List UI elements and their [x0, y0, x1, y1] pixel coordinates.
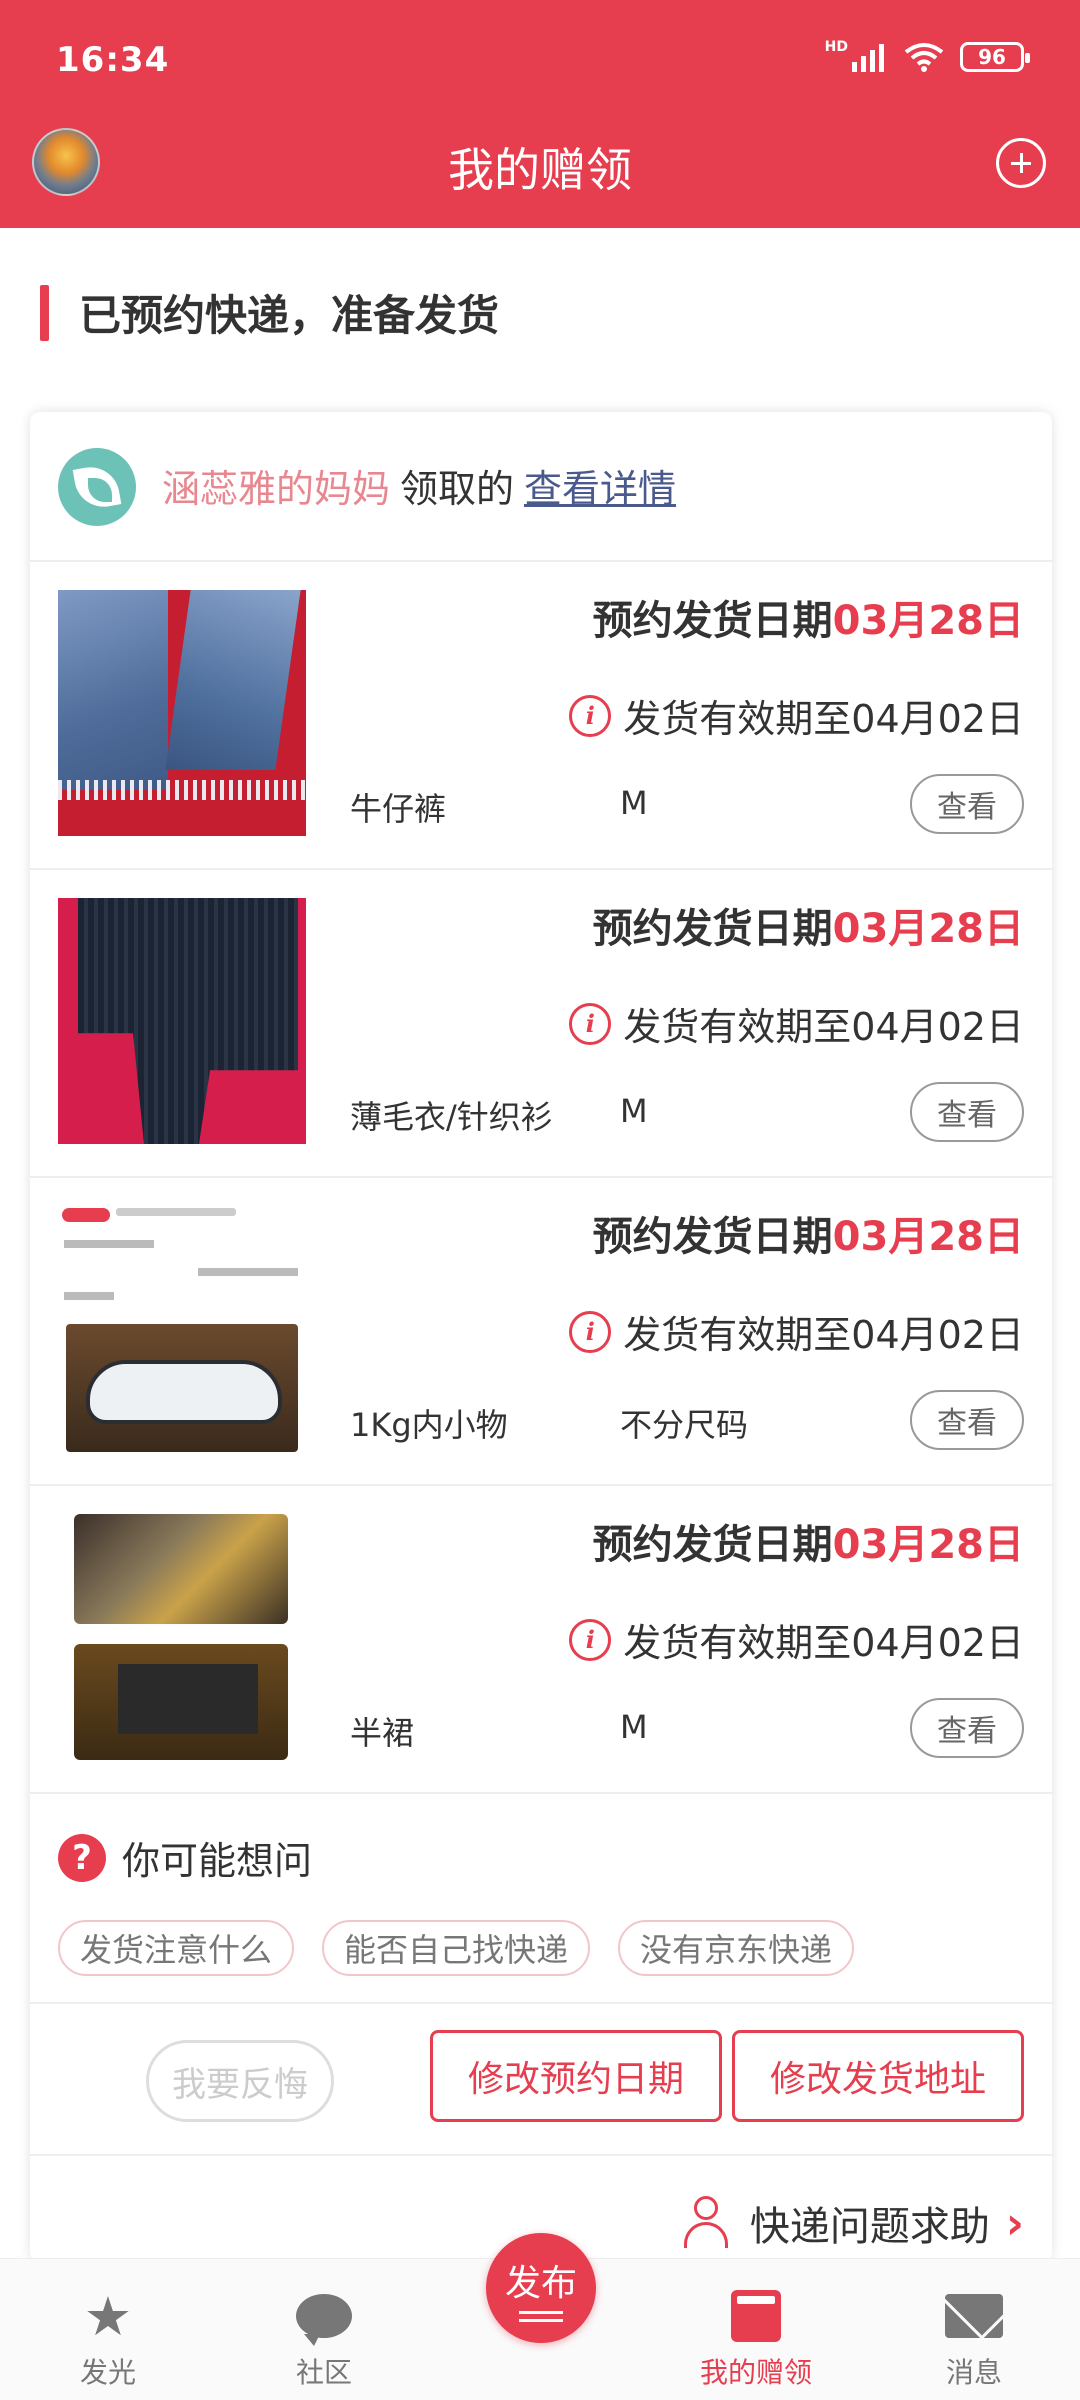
tab-home[interactable]: ★ 发光 [38, 2259, 178, 2400]
book-icon [731, 2287, 781, 2345]
expiry-text: 发货有效期至04月02日 [623, 1313, 1024, 1357]
question-icon: ? [58, 1833, 106, 1882]
expiry-text: 发货有效期至04月02日 [623, 1621, 1024, 1665]
list-item: 预约发货日期03月28日 i 发货有效期至04月02日 薄毛衣/针织衫 M 查看 [30, 870, 1052, 1178]
network-type: HD [824, 39, 848, 55]
battery-indicator: 96 [960, 42, 1030, 72]
item-thumbnail[interactable] [58, 1206, 306, 1452]
regret-button[interactable]: 我要反悔 [146, 2040, 334, 2122]
change-address-button[interactable]: 修改发货地址 [732, 2030, 1024, 2122]
receiver-action: 领取的 [400, 467, 515, 511]
schedule-date: 预约发货日期03月28日 [593, 588, 1024, 646]
receiver-name[interactable]: 涵蕊雅的妈妈 [162, 467, 390, 511]
faq-title: ? 你可能想问 [58, 1830, 312, 1885]
schedule-label: 预约发货日期 [592, 598, 833, 644]
faq-tag[interactable]: 没有京东快递 [618, 1920, 855, 1976]
person-icon [682, 2196, 730, 2250]
item-size: M [620, 1708, 648, 1746]
faq-tag[interactable]: 发货注意什么 [58, 1920, 295, 1976]
expiry-info: i 发货有效期至04月02日 [569, 996, 1024, 1051]
schedule-label: 预约发货日期 [592, 1522, 833, 1568]
list-item: 预约发货日期03月28日 i 发货有效期至04月02日 牛仔裤 M 查看 [30, 562, 1052, 870]
schedule-date: 预约发货日期03月28日 [593, 1512, 1024, 1570]
schedule-date: 预约发货日期03月28日 [593, 896, 1024, 954]
chat-bubble-icon [296, 2287, 352, 2346]
view-button[interactable]: 查看 [910, 1082, 1024, 1142]
view-button[interactable]: 查看 [910, 1390, 1024, 1450]
schedule-date-value: 03月28日 [832, 598, 1024, 644]
schedule-date-value: 03月28日 [832, 906, 1024, 952]
expiry-text: 发货有效期至04月02日 [623, 1005, 1024, 1049]
tab-community[interactable]: 社区 [254, 2259, 394, 2400]
faq-tags: 发货注意什么 能否自己找快递 没有京东快递 [58, 1920, 855, 1976]
schedule-date: 预约发货日期03月28日 [593, 1204, 1024, 1262]
faq-title-text: 你可能想问 [122, 1839, 313, 1883]
item-thumbnail[interactable] [58, 590, 306, 836]
item-thumbnail[interactable] [58, 1514, 306, 1760]
view-details-link[interactable]: 查看详情 [524, 467, 676, 511]
schedule-label: 预约发货日期 [592, 1214, 833, 1260]
status-icons: HD 96 [824, 39, 1030, 72]
top-bar: 16:34 HD 96 我的赠领 [0, 0, 1080, 228]
courier-help-label: 快递问题求助 [749, 2204, 990, 2250]
item-size: 不分尺码 [620, 1406, 749, 1444]
schedule-label: 预约发货日期 [592, 906, 833, 952]
expiry-info: i 发货有效期至04月02日 [569, 1612, 1024, 1667]
signal-icon [852, 44, 884, 72]
info-icon: i [569, 1002, 612, 1045]
tab-label: 发光 [79, 2356, 136, 2389]
item-size: M [620, 1092, 648, 1130]
item-thumbnail[interactable] [58, 898, 306, 1144]
faq-tag[interactable]: 能否自己找快递 [322, 1920, 591, 1976]
gift-card: 涵蕊雅的妈妈 领取的 查看详情 预约发货日期03月28日 i 发货有效期至04月02日… [30, 412, 1052, 2262]
view-button[interactable]: 查看 [910, 1698, 1024, 1758]
item-name: 薄毛衣/针织衫 [350, 1098, 553, 1136]
envelope-icon [945, 2287, 1003, 2345]
status-time: 16:34 [56, 40, 170, 80]
wifi-icon [904, 43, 944, 72]
change-date-button[interactable]: 修改预约日期 [430, 2030, 722, 2122]
list-item: 预约发货日期03月28日 i 发货有效期至04月02日 半裙 M 查看 [30, 1486, 1052, 1794]
receiver-line: 涵蕊雅的妈妈 领取的 查看详情 [162, 458, 676, 513]
action-bar: 我要反悔 修改预约日期 修改发货地址 [30, 2004, 1052, 2156]
view-button[interactable]: 查看 [910, 774, 1024, 834]
faq-section: ? 你可能想问 发货注意什么 能否自己找快递 没有京东快递 [30, 1794, 1052, 2004]
receiver-avatar [58, 448, 136, 526]
star-icon: ★ [83, 2284, 133, 2348]
expiry-text: 发货有效期至04月02日 [623, 697, 1024, 741]
section-accent-bar [40, 284, 49, 341]
tab-label: 消息 [945, 2356, 1002, 2389]
tab-bar: ★ 发光 社区 发布 我的赠领 消息 [0, 2233, 1080, 2400]
info-icon: i [569, 694, 612, 737]
page-title: 我的赠领 [448, 143, 632, 197]
tab-my-gifts[interactable]: 我的赠领 [686, 2259, 826, 2400]
info-icon: i [569, 1618, 612, 1661]
courier-help-link[interactable]: 快递问题求助 › [682, 2194, 1024, 2252]
schedule-date-value: 03月28日 [832, 1214, 1024, 1260]
publish-button[interactable]: 发布 [486, 2233, 596, 2343]
section-title: 已预约快递，准备发货 [79, 291, 500, 340]
list-item: 预约发货日期03月28日 i 发货有效期至04月02日 1Kg内小物 不分尺码 查… [30, 1178, 1052, 1486]
section-heading: 已预约快递，准备发货 [40, 282, 499, 343]
publish-label: 发布 [504, 2263, 577, 2304]
item-name: 半裙 [350, 1714, 415, 1752]
item-name: 牛仔裤 [350, 790, 447, 828]
item-size: M [620, 784, 648, 822]
tab-messages[interactable]: 消息 [904, 2259, 1044, 2400]
expiry-info: i 发货有效期至04月02日 [569, 1304, 1024, 1359]
receiver-header: 涵蕊雅的妈妈 领取的 查看详情 [30, 412, 1052, 562]
item-name: 1Kg内小物 [350, 1406, 508, 1444]
expiry-info: i 发货有效期至04月02日 [569, 688, 1024, 743]
tab-label: 我的赠领 [699, 2356, 812, 2389]
schedule-date-value: 03月28日 [832, 1522, 1024, 1568]
add-icon[interactable] [996, 138, 1046, 188]
chevron-right-icon: › [1005, 2197, 1024, 2249]
tab-label: 社区 [295, 2356, 352, 2389]
info-icon: i [569, 1310, 612, 1353]
